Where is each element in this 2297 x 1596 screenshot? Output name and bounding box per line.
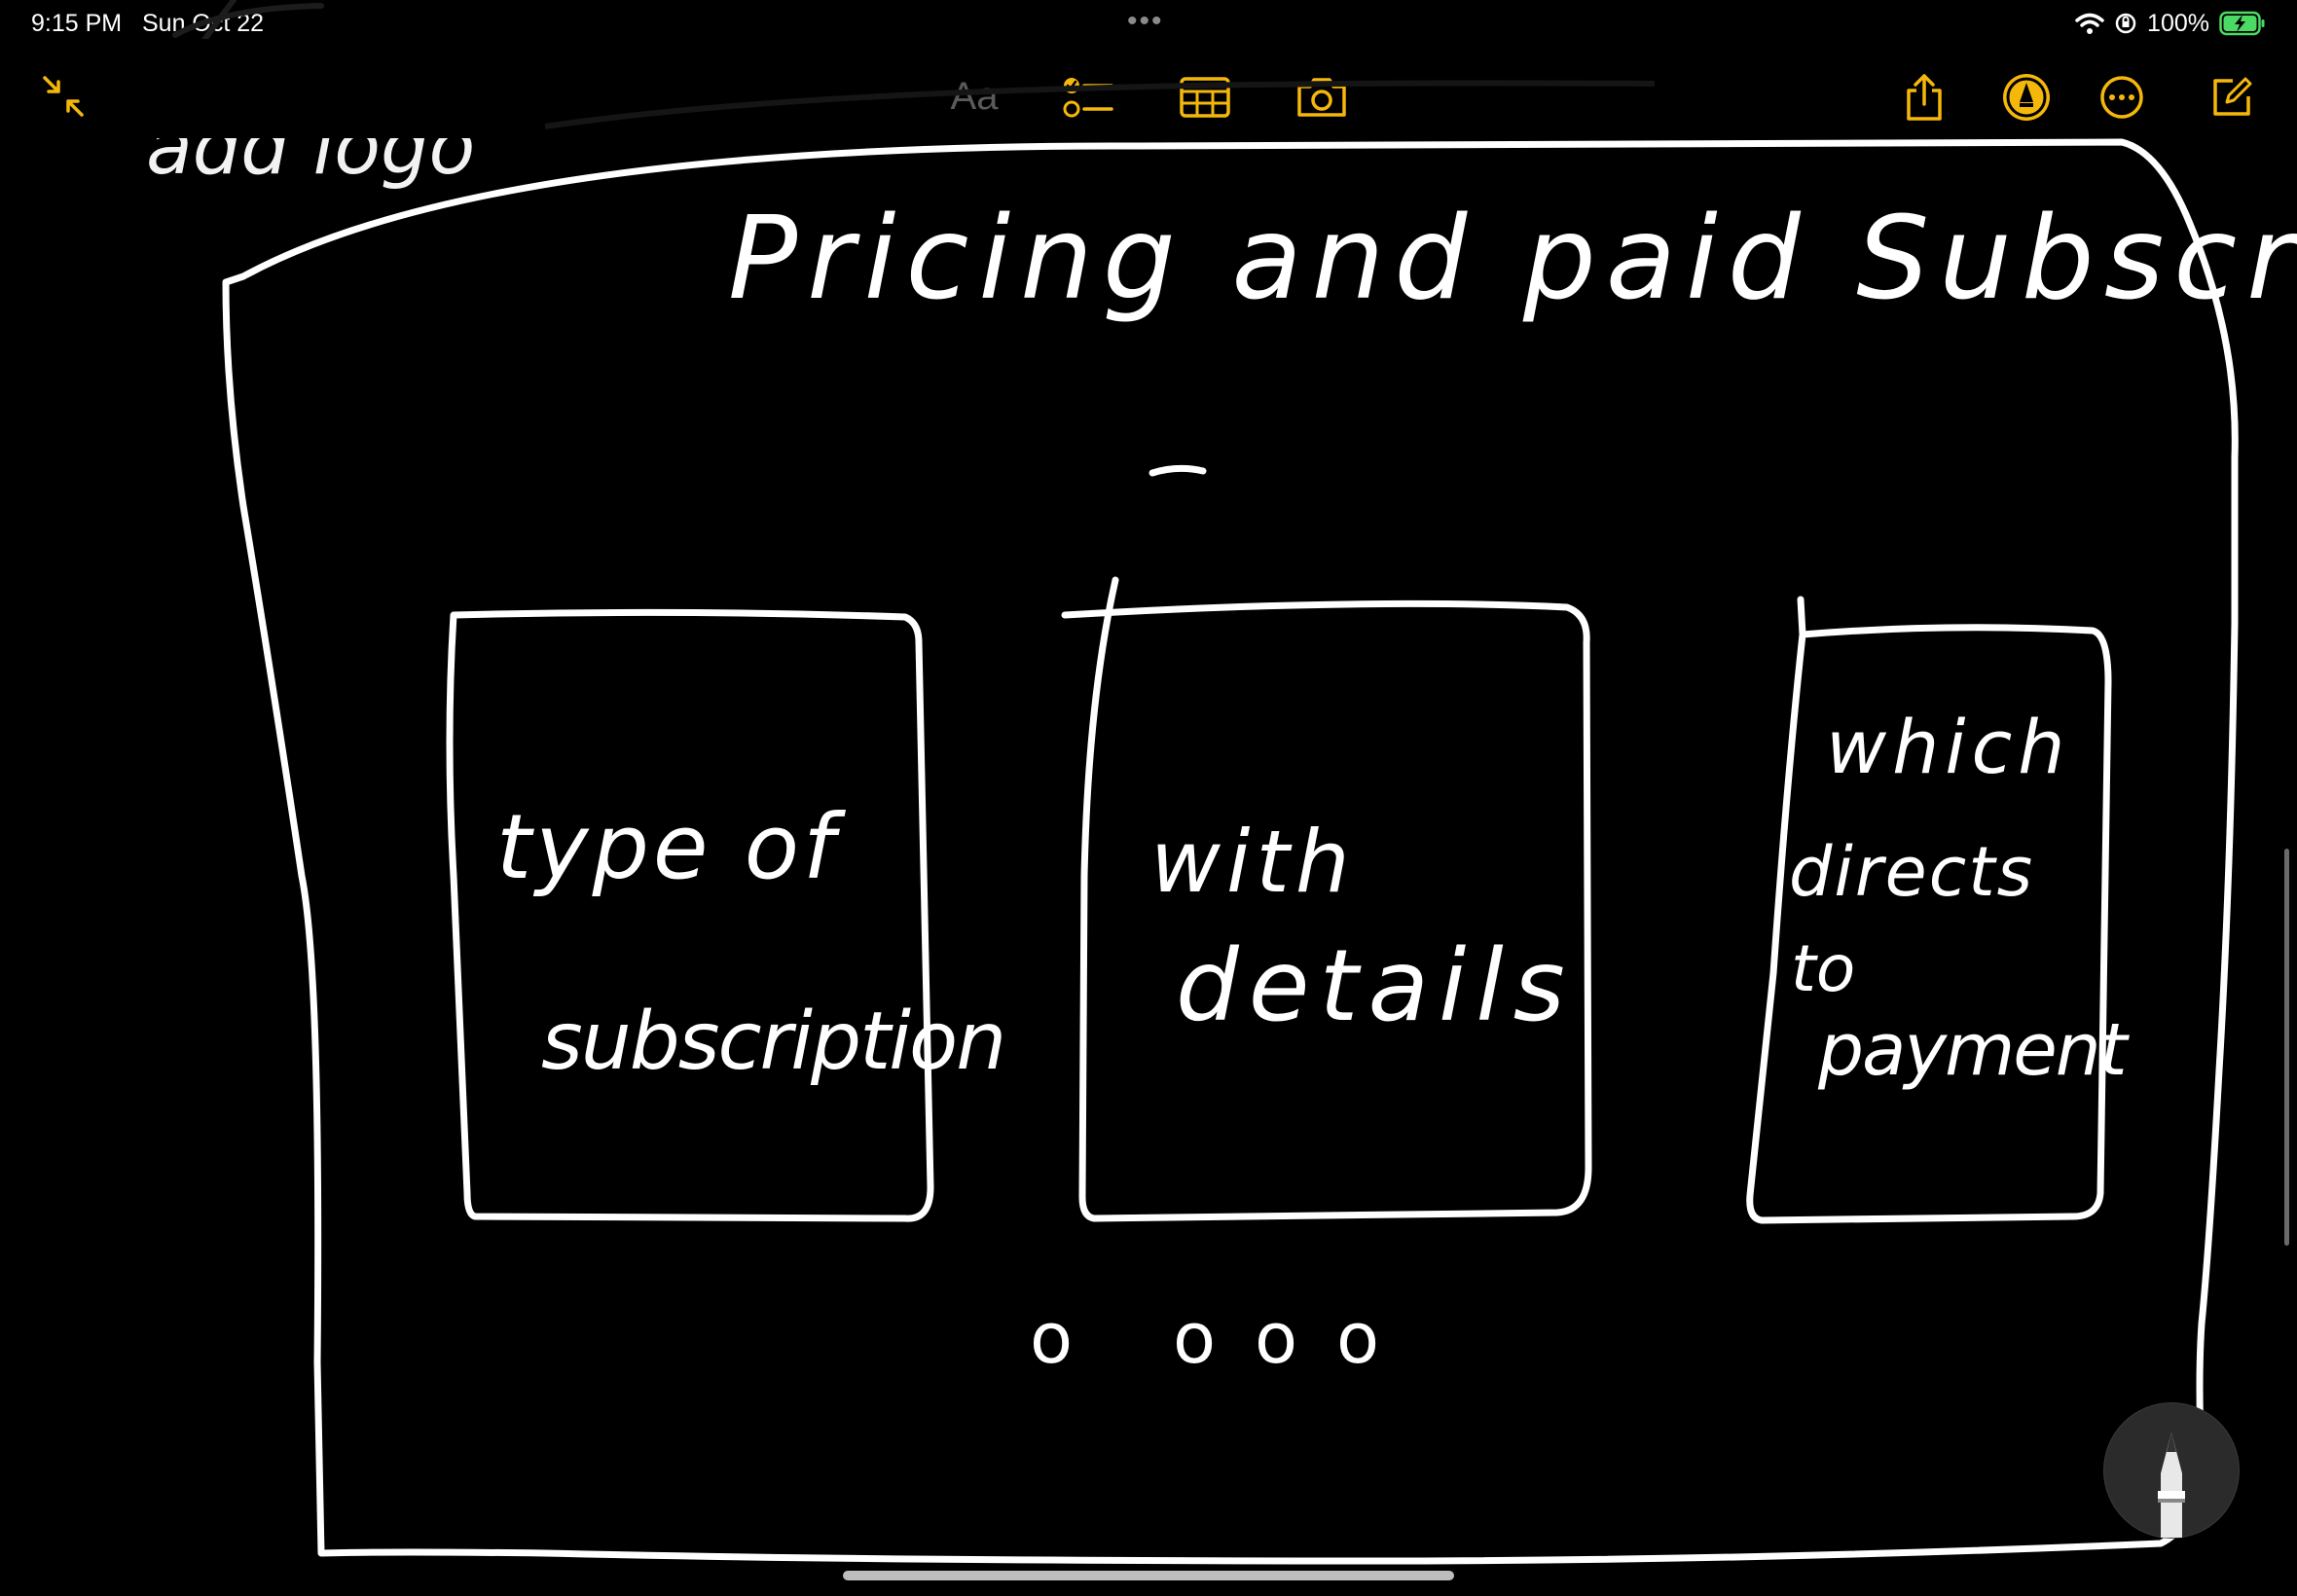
sketch-canvas[interactable]: add logo Pricing and paid Subscriptio ty… <box>0 0 2297 1596</box>
box3-line3: to <box>1791 931 1855 1006</box>
pencil-icon <box>2158 1433 2185 1538</box>
box3-line1: which <box>1826 704 2070 790</box>
box3-line4: payment <box>1817 1008 2131 1092</box>
subscription-type-box: type of subscription <box>446 608 1006 1222</box>
payment-box: which directs to payment <box>1746 596 2133 1224</box>
details-box: with details <box>1061 576 1592 1222</box>
box1-line1: type of <box>496 795 846 899</box>
pagination-dots: o ooo <box>1030 1297 1418 1379</box>
box2-line2: details <box>1176 928 1575 1044</box>
box2-line1: with <box>1150 812 1356 912</box>
box1-line2: subscription <box>541 996 1004 1088</box>
scroll-indicator[interactable] <box>2284 849 2289 1246</box>
home-indicator[interactable] <box>843 1571 1454 1580</box>
note-title: Pricing and paid Subscriptio <box>728 191 2297 325</box>
box3-line2: directs <box>1789 832 2034 912</box>
pencil-tool-button[interactable] <box>2104 1403 2239 1538</box>
